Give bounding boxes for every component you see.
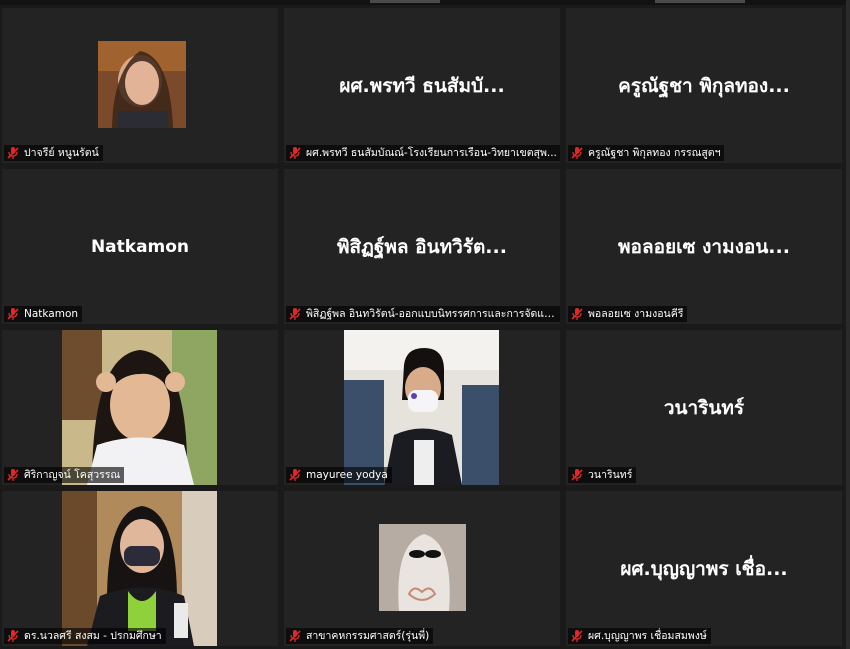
participant-tile[interactable]: พิสิฏฐ์พล อินทวิรัต... พิสิฏฐ์พล อินทวิร… [284, 169, 560, 324]
participant-video [98, 41, 186, 128]
participant-video [62, 330, 217, 485]
muted-mic-icon [571, 147, 583, 159]
participant-display-name: ครูณัฐชา พิกุลทอง... [618, 74, 790, 97]
participant-name-label: ศิริกาญจน์ โคสุวรรณ [4, 467, 125, 483]
participant-tile[interactable]: ครูณัฐชา พิกุลทอง... ครูณัฐชา พิกุลทอง ก… [566, 8, 842, 163]
participant-tile[interactable]: ดร.นวลศรี สงสม - ปรกมศึกษา [2, 491, 278, 646]
muted-mic-icon [7, 308, 19, 320]
muted-mic-icon [571, 630, 583, 642]
prev-row-tile-edge [655, 0, 745, 3]
muted-mic-icon [289, 147, 301, 159]
prev-row-tile-edge [370, 0, 440, 3]
participant-name-label: ครูณัฐชา พิกุลทอง กรรณสูตฯ [568, 145, 725, 161]
participant-profile-picture [379, 524, 466, 611]
participant-tile[interactable]: ผศ.พรทวี ธนสัมบั... ผศ.พรทวี ธนสัมบัณณ์-… [284, 8, 560, 163]
participant-tile[interactable]: สาขาคหกรรมศาสตร์(รุ่นพี่) [284, 491, 560, 646]
participant-display-name: ผศ.พรทวี ธนสัมบั... [339, 74, 505, 97]
participant-display-name: วนารินทร์ [663, 396, 745, 419]
muted-mic-icon [7, 147, 19, 159]
participant-tile[interactable]: พอลอยเซ งามงอน... พอลอยเซ งามงอนคีรี [566, 169, 842, 324]
muted-mic-icon [571, 308, 583, 320]
participant-tile[interactable]: ปาจรีย์ หนูนรัตน์ [2, 8, 278, 163]
participant-tile[interactable]: ผศ.บุญญาพร เชื่อ... ผศ.บุญญาพร เชื่อมสมพ… [566, 491, 842, 646]
participant-name-label: ผศ.บุญญาพร เชื่อมสมพงษ์ [568, 628, 711, 644]
participant-name-label: พิสิฏฐ์พล อินทวิรัตน์-ออกแบบนิทรรศการและ… [286, 306, 560, 322]
participant-name-label: mayuree yodya [286, 467, 392, 483]
participant-name-label: Natkamon [4, 306, 83, 322]
participant-name-label: ดร.นวลศรี สงสม - ปรกมศึกษา [4, 628, 166, 644]
participant-tile[interactable]: mayuree yodya [284, 330, 560, 485]
participant-name-label: ผศ.พรทวี ธนสัมบัณณ์-โรงเรียนการเรือน-วิท… [286, 145, 560, 161]
participant-name-label: ปาจรีย์ หนูนรัตน์ [4, 145, 103, 161]
participant-tile[interactable]: Natkamon Natkamon [2, 169, 278, 324]
top-scroll-strip [0, 0, 850, 5]
participant-name-label: พอลอยเซ งามงอนคีรี [568, 306, 688, 322]
muted-mic-icon [7, 630, 19, 642]
participant-display-name: Natkamon [90, 236, 190, 257]
participant-name-label: สาขาคหกรรมศาสตร์(รุ่นพี่) [286, 628, 434, 644]
muted-mic-icon [7, 469, 19, 481]
muted-mic-icon [289, 469, 301, 481]
muted-mic-icon [289, 630, 301, 642]
right-edge-divider [846, 0, 850, 649]
participant-name-label: วนารินทร์ [568, 467, 637, 483]
participant-display-name: ผศ.บุญญาพร เชื่อ... [620, 557, 788, 580]
participant-video [344, 330, 499, 485]
participant-tile[interactable]: วนารินทร์ วนารินทร์ [566, 330, 842, 485]
participant-display-name: พอลอยเซ งามงอน... [618, 235, 790, 258]
participant-video [62, 491, 217, 646]
muted-mic-icon [289, 308, 301, 320]
muted-mic-icon [571, 469, 583, 481]
participant-tile[interactable]: ศิริกาญจน์ โคสุวรรณ [2, 330, 278, 485]
participant-display-name: พิสิฏฐ์พล อินทวิรัต... [337, 235, 507, 258]
